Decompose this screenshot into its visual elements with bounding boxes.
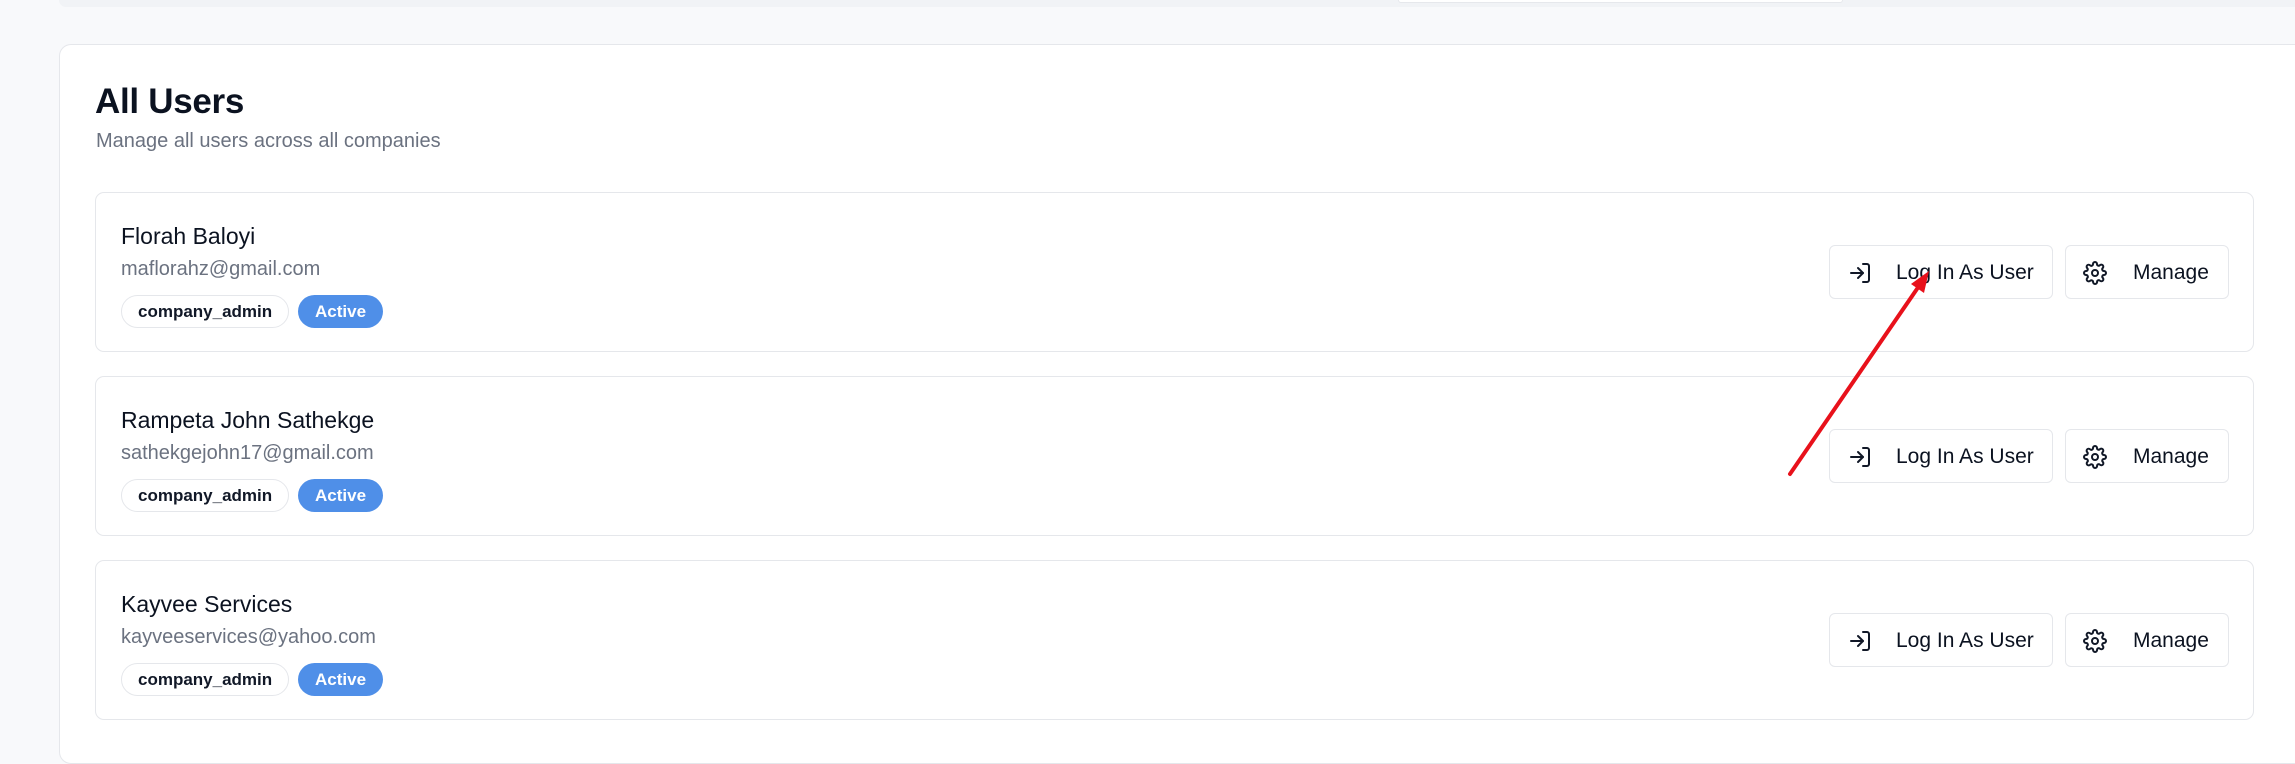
- top-bar-search-edge: [1398, 0, 1843, 3]
- manage-label: Manage: [2133, 445, 2209, 468]
- manage-button[interactable]: Manage: [2065, 245, 2229, 299]
- role-badge: company_admin: [121, 663, 290, 696]
- status-badge: Active: [298, 479, 384, 512]
- page-subtitle: Manage all users across all companies: [96, 130, 441, 152]
- top-bar-strip: [59, 0, 2295, 7]
- role-badge: company_admin: [121, 295, 290, 328]
- manage-label: Manage: [2133, 261, 2209, 284]
- user-email: sathekgejohn17@gmail.com: [121, 442, 374, 464]
- manage-button[interactable]: Manage: [2065, 429, 2229, 483]
- user-email: maflorahz@gmail.com: [121, 258, 321, 280]
- user-card: Florah Baloyi maflorahz@gmail.com compan…: [95, 192, 2254, 352]
- manage-button[interactable]: Manage: [2065, 613, 2229, 667]
- user-name: Kayvee Services: [121, 591, 293, 617]
- gear-icon: [2083, 629, 2107, 653]
- user-name: Rampeta John Sathekge: [121, 407, 375, 433]
- log-in-as-user-button[interactable]: Log In As User: [1829, 245, 2053, 299]
- user-name: Florah Baloyi: [121, 223, 256, 249]
- gear-icon: [2083, 445, 2107, 469]
- page-title: All Users: [95, 82, 245, 121]
- log-in-as-user-label: Log In As User: [1896, 629, 2034, 652]
- log-in-icon: [1848, 629, 1872, 653]
- user-email: kayveeservices@yahoo.com: [121, 626, 376, 648]
- gear-icon: [2083, 261, 2107, 285]
- user-card: Rampeta John Sathekge sathekgejohn17@gma…: [95, 376, 2254, 536]
- role-badge: company_admin: [121, 479, 290, 512]
- manage-label: Manage: [2133, 629, 2209, 652]
- log-in-as-user-label: Log In As User: [1896, 445, 2034, 468]
- log-in-icon: [1848, 261, 1872, 285]
- log-in-as-user-label: Log In As User: [1896, 261, 2034, 284]
- status-badge: Active: [298, 663, 384, 696]
- user-card: Kayvee Services kayveeservices@yahoo.com…: [95, 560, 2254, 720]
- log-in-as-user-button[interactable]: Log In As User: [1829, 613, 2053, 667]
- log-in-as-user-button[interactable]: Log In As User: [1829, 429, 2053, 483]
- log-in-icon: [1848, 445, 1872, 469]
- status-badge: Active: [298, 295, 384, 328]
